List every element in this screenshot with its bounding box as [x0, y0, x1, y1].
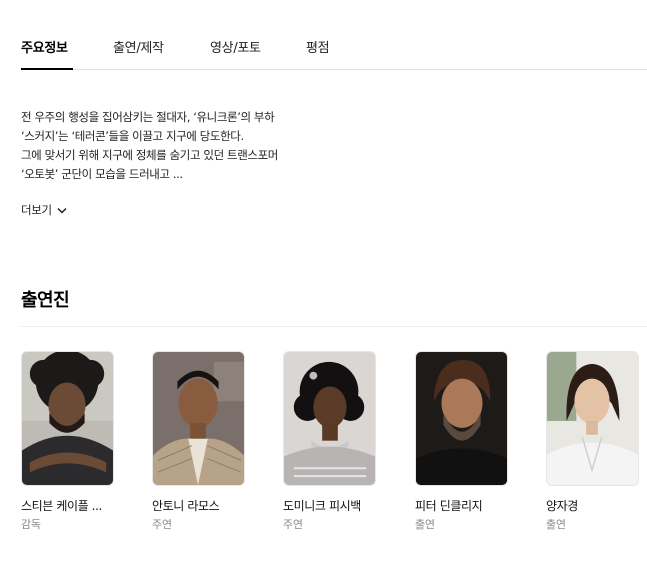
- synopsis-line: 그에 맞서기 위해 지구에 정체를 숨기고 있던 트랜스포머: [21, 148, 278, 162]
- cast-name: 안토니 라모스: [152, 499, 220, 513]
- synopsis-line: ‘스커지’는 ‘테러콘’들을 이끌고 지구에 당도한다.: [21, 129, 244, 143]
- cast-name: 양자경: [546, 499, 578, 513]
- cast-card[interactable]: 스티븐 케이플 ... 감독: [21, 351, 114, 532]
- chevron-down-icon: [57, 207, 67, 214]
- cast-section-title: 출연진: [21, 290, 70, 311]
- section-divider: [21, 326, 647, 327]
- cast-role: 감독: [21, 518, 41, 531]
- cast-photo: [152, 351, 245, 486]
- tab-bar: 주요정보 출연/제작 영상/포토 평점: [21, 30, 647, 70]
- more-label: 더보기: [21, 203, 52, 217]
- cast-photo: [415, 351, 508, 486]
- cast-role: 주연: [152, 518, 172, 531]
- synopsis-line: 전 우주의 행성을 집어삼키는 절대자, ‘유니크론’의 부하: [21, 110, 275, 124]
- cast-photo: [546, 351, 639, 486]
- cast-card[interactable]: 안토니 라모스 주연: [152, 351, 245, 532]
- cast-role: 주연: [283, 518, 303, 531]
- cast-name: 피터 딘클리지: [415, 499, 483, 513]
- cast-name: 도미니크 피시백: [283, 499, 361, 513]
- cast-photo: [283, 351, 376, 486]
- cast-role: 출연: [546, 518, 566, 531]
- tab-main-info[interactable]: 주요정보: [21, 37, 68, 56]
- synopsis-line: ‘오토봇’ 군단이 모습을 드러내고 ...: [21, 167, 183, 181]
- cast-role: 출연: [415, 518, 435, 531]
- synopsis: 전 우주의 행성을 집어삼키는 절대자, ‘유니크론’의 부하 ‘스커지’는 ‘…: [21, 108, 621, 184]
- cast-card[interactable]: 양자경 출연: [546, 351, 639, 532]
- tab-video-photo[interactable]: 영상/포토: [210, 37, 261, 56]
- cast-card[interactable]: 도미니크 피시백 주연: [283, 351, 376, 532]
- tab-ratings[interactable]: 평점: [306, 37, 330, 56]
- more-button[interactable]: 더보기: [21, 202, 67, 218]
- cast-name: 스티븐 케이플 ...: [21, 499, 102, 513]
- tab-cast-crew[interactable]: 출연/제작: [113, 37, 164, 56]
- cast-photo: [21, 351, 114, 486]
- active-tab-indicator: [21, 68, 73, 70]
- cast-card[interactable]: 피터 딘클리지 출연: [415, 351, 508, 532]
